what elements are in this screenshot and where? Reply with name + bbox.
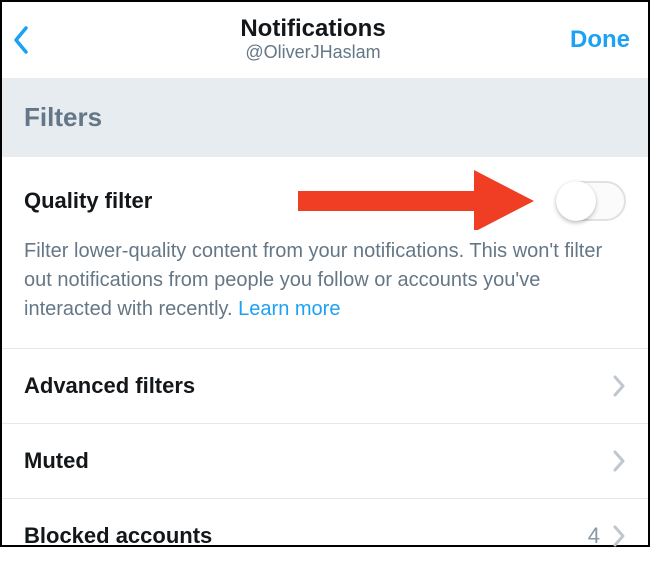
toggle-knob: [556, 181, 596, 221]
chevron-right-icon: [612, 449, 626, 473]
back-button[interactable]: [12, 25, 56, 55]
done-button[interactable]: Done: [570, 26, 630, 54]
quality-filter-description: Filter lower-quality content from your n…: [2, 233, 648, 349]
section-header-filters: Filters: [2, 78, 648, 157]
muted-label: Muted: [24, 448, 89, 474]
learn-more-link[interactable]: Learn more: [238, 298, 340, 320]
header: Notifications @OliverJHaslam Done: [2, 2, 648, 78]
blocked-accounts-label: Blocked accounts: [24, 523, 212, 549]
row-quality-filter: Quality filter: [2, 157, 648, 233]
page-subtitle: @OliverJHaslam: [56, 42, 570, 64]
row-blocked-accounts[interactable]: Blocked accounts 4: [2, 499, 648, 573]
quality-filter-label: Quality filter: [24, 188, 152, 214]
chevron-right-icon: [612, 524, 626, 548]
chevron-right-icon: [612, 374, 626, 398]
blocked-accounts-count: 4: [588, 523, 600, 549]
row-muted[interactable]: Muted: [2, 424, 648, 499]
row-advanced-filters[interactable]: Advanced filters: [2, 349, 648, 424]
page-title: Notifications: [56, 16, 570, 42]
chevron-left-icon: [12, 25, 29, 55]
header-title-group: Notifications @OliverJHaslam: [56, 16, 570, 64]
quality-filter-toggle[interactable]: [556, 181, 626, 221]
advanced-filters-label: Advanced filters: [24, 373, 195, 399]
